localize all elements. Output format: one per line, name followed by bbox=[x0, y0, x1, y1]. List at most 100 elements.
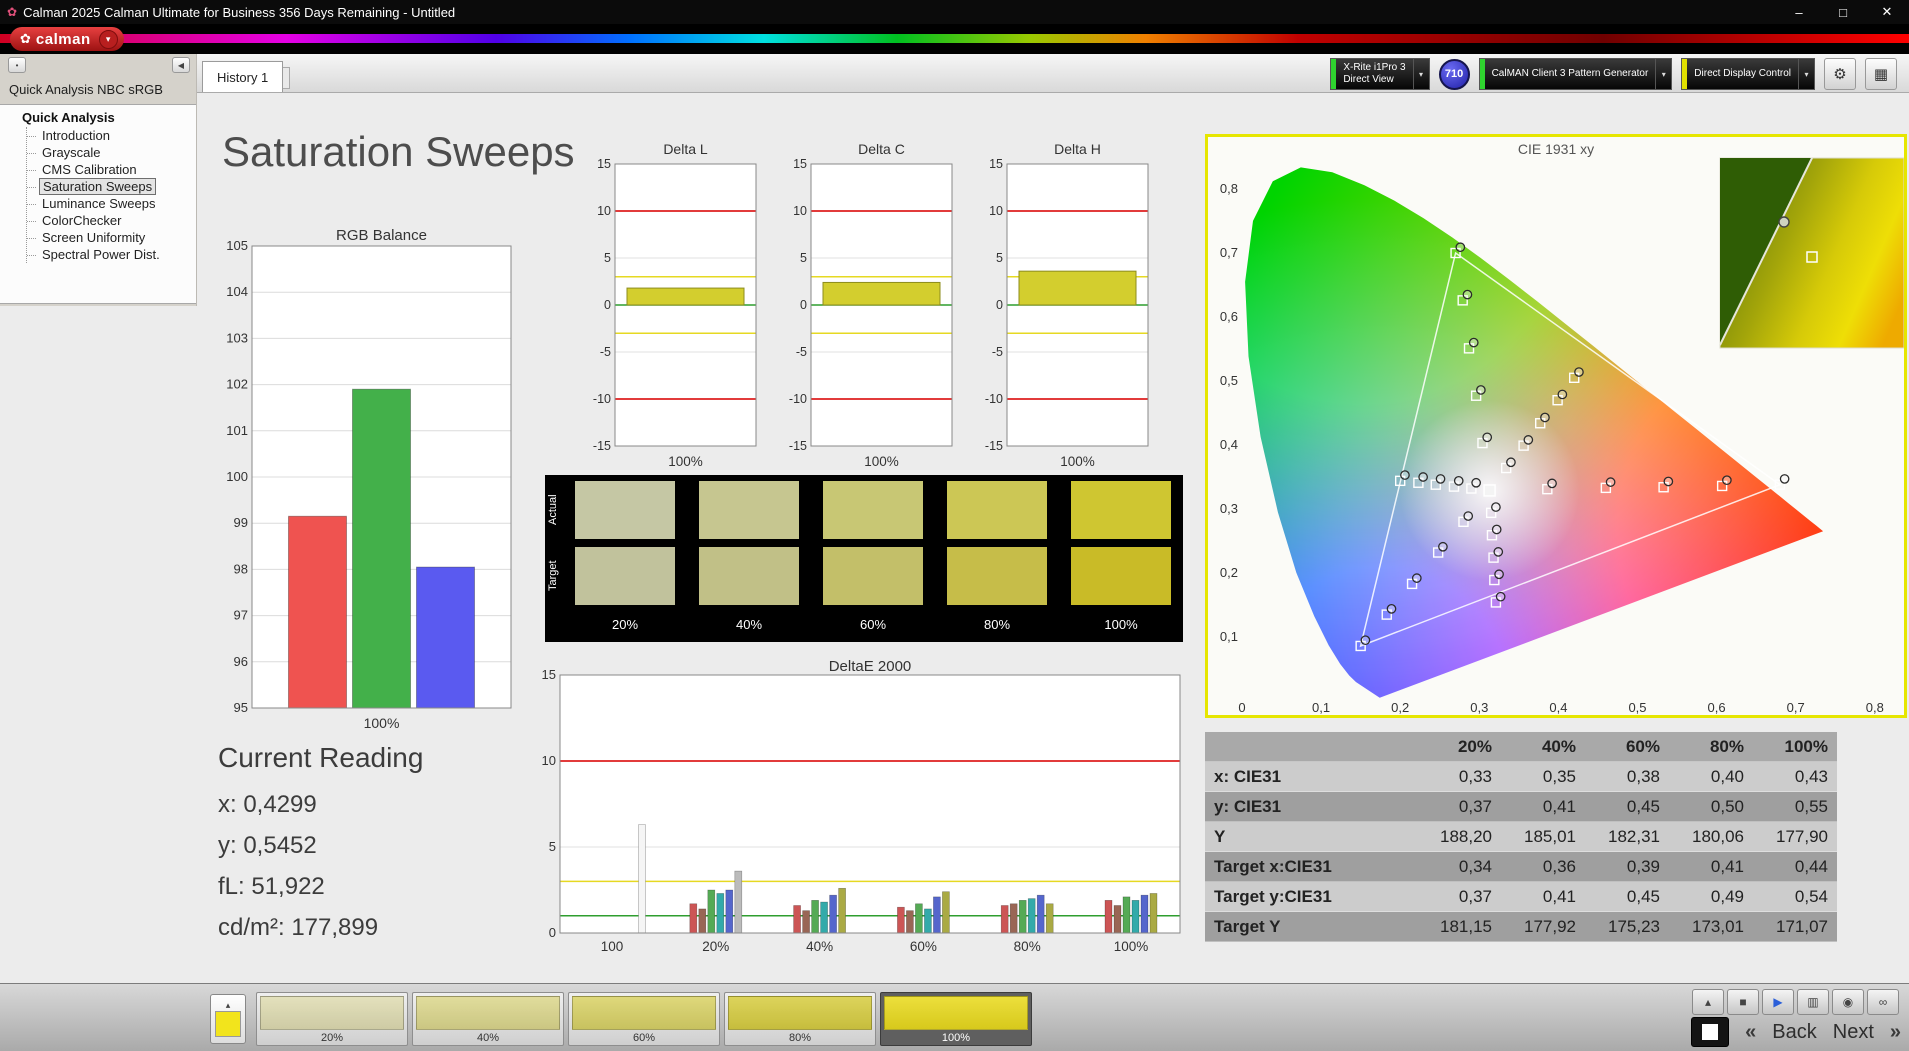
sidebar: • ◀ Quick Analysis NBC sRGB Quick Analys… bbox=[0, 54, 197, 306]
table-cell: 175,23 bbox=[1585, 911, 1669, 942]
next-chevron-icon[interactable]: » bbox=[1890, 1021, 1901, 1044]
pattern-swatch-40[interactable]: 40% bbox=[412, 992, 564, 1046]
pattern-generator-dropdown[interactable]: CalMAN Client 3 Pattern Generator ▾ bbox=[1478, 58, 1673, 90]
svg-text:100%: 100% bbox=[1060, 454, 1095, 469]
inset-measured-circle bbox=[1778, 216, 1790, 228]
meter-caret-icon[interactable]: ▾ bbox=[1412, 59, 1429, 89]
back-button[interactable]: Back bbox=[1772, 1021, 1816, 1044]
svg-text:98: 98 bbox=[234, 561, 248, 576]
save-button[interactable]: ▥ bbox=[1797, 989, 1829, 1015]
svg-text:-15: -15 bbox=[593, 439, 611, 453]
svg-text:95: 95 bbox=[234, 700, 248, 715]
sidebar-item-label: ColorChecker bbox=[42, 213, 122, 228]
svg-text:10: 10 bbox=[542, 753, 556, 768]
sidebar-item-grayscale[interactable]: Grayscale bbox=[27, 144, 196, 161]
table-cell: 177,92 bbox=[1501, 911, 1585, 942]
calman-logo-menu[interactable]: ✿ calman ▾ bbox=[10, 27, 124, 51]
cie-measured-circle bbox=[1493, 547, 1504, 557]
next-button[interactable]: Next bbox=[1833, 1021, 1874, 1044]
stop-button[interactable]: ■ bbox=[1727, 989, 1759, 1015]
mini-pattern-button[interactable]: ▴ bbox=[210, 994, 246, 1044]
actual-swatch-100% bbox=[1071, 481, 1171, 539]
svg-text:10: 10 bbox=[989, 204, 1003, 218]
pattern-window-button[interactable] bbox=[1691, 1017, 1730, 1047]
display-control-caret-icon[interactable]: ▾ bbox=[1798, 59, 1814, 89]
table-cell: 0,33 bbox=[1417, 761, 1501, 792]
swatch-col-label: 80% bbox=[983, 617, 1011, 632]
meter-line: X-Rite i1Pro 3 bbox=[1343, 62, 1406, 73]
cie-measured-circle bbox=[1574, 367, 1584, 377]
svg-text:0,3: 0,3 bbox=[1220, 501, 1238, 516]
sidebar-item-saturation-sweeps[interactable]: Saturation Sweeps bbox=[27, 178, 196, 195]
svg-text:-5: -5 bbox=[992, 345, 1003, 359]
sidebar-item-screen-uniformity[interactable]: Screen Uniformity bbox=[27, 229, 196, 246]
workflow-title: Quick Analysis NBC sRGB bbox=[9, 82, 163, 97]
cie-measured-circle bbox=[1494, 569, 1504, 580]
up-button[interactable]: ▴ bbox=[1692, 989, 1724, 1015]
pattern-swatch-80[interactable]: 80% bbox=[724, 992, 876, 1046]
window-title: Calman 2025 Calman Ultimate for Business… bbox=[23, 4, 456, 20]
loop-button[interactable]: ∞ bbox=[1867, 989, 1899, 1015]
settings-gear-button[interactable]: ⚙ bbox=[1824, 58, 1856, 90]
svg-text:-10: -10 bbox=[789, 392, 807, 406]
cie-measured-circle bbox=[1418, 472, 1428, 482]
sidebar-item-introduction[interactable]: Introduction bbox=[27, 127, 196, 144]
svg-text:0,5: 0,5 bbox=[1220, 373, 1238, 388]
pattern-swatch-60[interactable]: 60% bbox=[568, 992, 720, 1046]
maximize-button[interactable]: □ bbox=[1821, 0, 1865, 24]
sidebar-options-button[interactable]: • bbox=[8, 57, 26, 73]
pattern-generator-caret-icon[interactable]: ▾ bbox=[1655, 59, 1671, 89]
delta-chart-delta-l: Delta L -15 -10 -5 0 5 10 15 100% bbox=[593, 141, 757, 469]
play-button[interactable]: ▶ bbox=[1762, 989, 1794, 1015]
table-cell: 185,01 bbox=[1501, 821, 1585, 852]
close-button[interactable]: ✕ bbox=[1865, 0, 1909, 24]
svg-text:100: 100 bbox=[601, 939, 624, 954]
table-col-header: 20% bbox=[1417, 732, 1501, 762]
sidebar-root-quick-analysis[interactable]: Quick Analysis bbox=[0, 109, 196, 127]
sidebar-item-luminance-sweeps[interactable]: Luminance Sweeps bbox=[27, 195, 196, 212]
svg-text:5: 5 bbox=[549, 839, 556, 854]
sidebar-item-label: Saturation Sweeps bbox=[39, 178, 157, 195]
pattern-swatch-label: 100% bbox=[941, 1032, 971, 1044]
target-swatch-60% bbox=[823, 547, 923, 605]
target-swatch-40% bbox=[699, 547, 799, 605]
svg-text:5: 5 bbox=[604, 251, 611, 265]
table-col-header: 80% bbox=[1669, 732, 1753, 762]
meter-dropdown[interactable]: X-Rite i1Pro 3 Direct View ▾ bbox=[1330, 58, 1430, 90]
current-reading-line: x: 0,4299 bbox=[218, 791, 317, 818]
measurement-table-grid: 20% 40% 60% 80% 100% x: CIE31 0,33 0,35 0,38 0,40… bbox=[1205, 732, 1837, 942]
svg-text:96: 96 bbox=[234, 654, 248, 669]
table-cell: 0,54 bbox=[1753, 881, 1837, 912]
swatch-col-label: 20% bbox=[611, 617, 639, 632]
svg-text:100%: 100% bbox=[364, 715, 400, 731]
display-control-dropdown[interactable]: Direct Display Control ▾ bbox=[1681, 58, 1815, 90]
row-label: Target x:CIE31 bbox=[1205, 851, 1417, 882]
back-chevron-icon[interactable]: « bbox=[1745, 1021, 1756, 1044]
cie-measured-circle bbox=[1468, 337, 1479, 348]
minimize-button[interactable]: – bbox=[1777, 0, 1821, 24]
svg-text:10: 10 bbox=[793, 204, 807, 218]
svg-text:-15: -15 bbox=[789, 439, 807, 453]
cie-measured-circle bbox=[1557, 389, 1568, 400]
tab-history-1[interactable]: History 1 bbox=[202, 61, 284, 92]
preview-button[interactable]: ◉ bbox=[1832, 989, 1864, 1015]
table-cell: 171,07 bbox=[1753, 911, 1837, 942]
sidebar-collapse-button[interactable]: ◀ bbox=[172, 57, 190, 73]
current-reading-values: x: 0,4299 y: 0,5452 fL: 51,922 cd/m²: 177,8… bbox=[218, 784, 423, 948]
sidebar-item-colorchecker[interactable]: ColorChecker bbox=[27, 212, 196, 229]
logo-menu-caret-icon[interactable]: ▾ bbox=[98, 29, 118, 49]
sidebar-item-cms-calibration[interactable]: CMS Calibration bbox=[27, 161, 196, 178]
svg-text:80%: 80% bbox=[1014, 939, 1041, 954]
pattern-generator-line: CalMAN Client 3 Pattern Generator bbox=[1491, 68, 1649, 79]
pattern-swatch-color bbox=[728, 996, 872, 1030]
sidebar-item-spectral-power-dist[interactable]: Spectral Power Dist. bbox=[27, 246, 196, 263]
workspace-layout-button[interactable]: ▦ bbox=[1865, 58, 1897, 90]
table-cell: 182,31 bbox=[1585, 821, 1669, 852]
cie-measured-circle bbox=[1400, 470, 1410, 480]
svg-text:0,7: 0,7 bbox=[1220, 245, 1238, 260]
pattern-swatch-20[interactable]: 20% bbox=[256, 992, 408, 1046]
svg-text:0: 0 bbox=[996, 298, 1003, 312]
pattern-swatch-100[interactable]: 100% bbox=[880, 992, 1032, 1046]
actual-swatch-80% bbox=[947, 481, 1047, 539]
actual-swatch-20% bbox=[575, 481, 675, 539]
